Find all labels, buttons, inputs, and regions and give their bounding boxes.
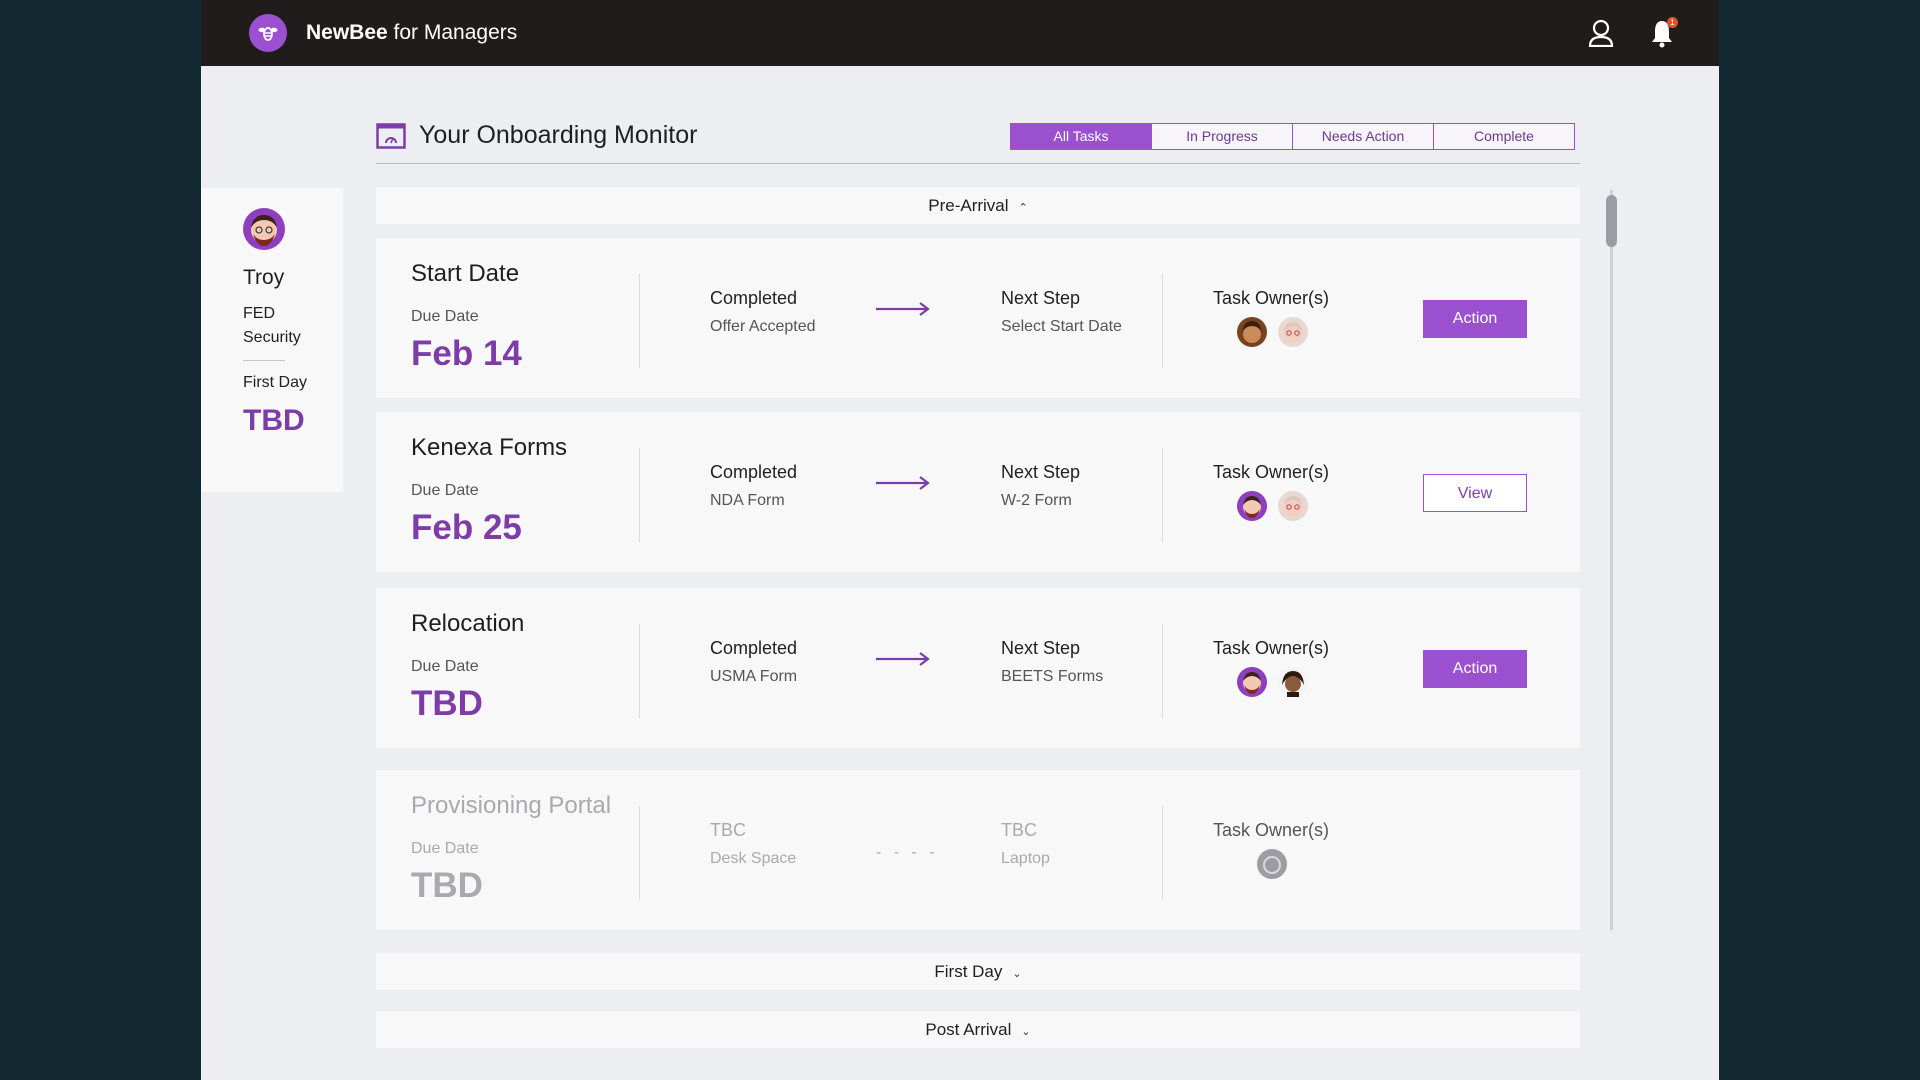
next-step-value: Select Start Date (1001, 318, 1122, 335)
avatar-placeholder-icon (1257, 849, 1287, 879)
divider (1162, 274, 1163, 368)
task-card-relocation: Relocation Due Date TBD Completed USMA F… (376, 588, 1580, 748)
completed-label: TBC (710, 820, 746, 840)
employee-name: Troy (243, 266, 285, 289)
next-step-value: Laptop (1001, 850, 1050, 867)
divider (1162, 806, 1163, 900)
bee-logo-icon[interactable] (249, 14, 287, 52)
view-button[interactable]: View (1423, 474, 1527, 512)
divider (1162, 624, 1163, 718)
task-title: Relocation (411, 610, 525, 637)
first-day-label: First Day (243, 374, 307, 391)
due-date-value: TBD (411, 866, 483, 905)
task-title: Start Date (411, 260, 520, 287)
employee-department: Security (243, 329, 301, 346)
completed-value: USMA Form (710, 668, 798, 685)
next-step-value: W-2 Form (1001, 492, 1072, 509)
page-title: Your Onboarding Monitor (419, 121, 698, 149)
monitor-icon (376, 123, 406, 149)
top-bar: NewBee for Managers 1 (201, 0, 1719, 66)
avatar[interactable] (1278, 491, 1308, 521)
next-step-label: TBC (1001, 820, 1037, 840)
task-card-start-date: Start Date Due Date Feb 14 Completed Off… (376, 238, 1580, 398)
dashed-connector: - - - - (876, 844, 939, 861)
section-post-arrival-label: Post Arrival (925, 1020, 1012, 1039)
task-card-kenexa-forms: Kenexa Forms Due Date Feb 25 Completed N… (376, 412, 1580, 572)
tab-needs-action[interactable]: Needs Action (1292, 123, 1434, 150)
avatar[interactable] (1278, 317, 1308, 347)
task-owners-label: Task Owner(s) (1213, 638, 1330, 658)
tab-all-tasks[interactable]: All Tasks (1010, 123, 1152, 150)
employee-role: FED Security (243, 302, 301, 350)
completed-value: NDA Form (710, 492, 785, 509)
brand-name: NewBee (306, 21, 388, 44)
due-date-value: Feb 14 (411, 334, 522, 373)
completed-value: Desk Space (710, 850, 797, 867)
divider (1162, 448, 1163, 542)
chevron-down-icon: ⌄ (1021, 1026, 1031, 1038)
divider (243, 360, 285, 361)
brand-suffix: for Managers (387, 21, 518, 44)
task-owners-label: Task Owner(s) (1213, 288, 1330, 308)
due-date-value: TBD (411, 684, 483, 723)
avatar[interactable] (1278, 667, 1308, 697)
employee-profile-card: Troy FED Security First Day TBD (201, 188, 343, 492)
next-step-label: Next Step (1001, 462, 1081, 482)
due-date-value: Feb 25 (411, 508, 522, 547)
notification-badge: 1 (1667, 17, 1678, 28)
section-pre-arrival[interactable]: Pre-Arrival ⌃ (376, 187, 1580, 224)
completed-label: Completed (710, 462, 798, 482)
chevron-up-icon: ⌃ (1018, 202, 1028, 214)
app-window: NewBee for Managers 1 Troy FED Security … (201, 0, 1719, 1080)
scrollbar-track[interactable] (1610, 190, 1613, 930)
task-title: Provisioning Portal (411, 792, 612, 819)
next-step-value: BEETS Forms (1001, 668, 1104, 685)
user-icon[interactable] (1588, 19, 1614, 47)
avatar[interactable] (1237, 491, 1267, 521)
divider (639, 448, 640, 542)
avatar[interactable] (243, 208, 285, 250)
action-button[interactable]: Action (1423, 650, 1527, 688)
section-first-day-label: First Day (934, 962, 1003, 981)
divider (639, 274, 640, 368)
tab-in-progress[interactable]: In Progress (1151, 123, 1293, 150)
scrollbar-thumb[interactable] (1606, 195, 1617, 247)
next-step-label: Next Step (1001, 638, 1081, 658)
divider (639, 624, 640, 718)
due-date-label: Due Date (411, 482, 479, 499)
arrow-right-icon (876, 476, 930, 490)
due-date-label: Due Date (411, 308, 479, 325)
completed-value: Offer Accepted (710, 318, 816, 335)
avatar[interactable] (1237, 667, 1267, 697)
chevron-down-icon: ⌄ (1012, 968, 1022, 980)
employee-team: FED (243, 305, 275, 322)
avatar[interactable] (1237, 317, 1267, 347)
completed-label: Completed (710, 288, 798, 308)
tab-complete[interactable]: Complete (1433, 123, 1575, 150)
action-button[interactable]: Action (1423, 300, 1527, 338)
due-date-label: Due Date (411, 658, 479, 675)
divider (639, 806, 640, 900)
section-pre-arrival-label: Pre-Arrival (928, 196, 1009, 215)
arrow-right-icon (876, 302, 930, 316)
task-owners-label: Task Owner(s) (1213, 820, 1330, 840)
first-day-value: TBD (243, 404, 305, 437)
arrow-right-icon (876, 652, 930, 666)
due-date-label: Due Date (411, 840, 479, 857)
task-owners-label: Task Owner(s) (1213, 462, 1330, 482)
completed-label: Completed (710, 638, 798, 658)
section-post-arrival[interactable]: Post Arrival ⌄ (376, 1011, 1580, 1048)
filter-tabs: All Tasks In Progress Needs Action Compl… (1010, 123, 1575, 150)
task-card-provisioning-portal: Provisioning Portal Due Date TBD TBC Des… (376, 770, 1580, 930)
task-title: Kenexa Forms (411, 434, 568, 461)
section-first-day[interactable]: First Day ⌄ (376, 953, 1580, 990)
header-divider (376, 163, 1580, 164)
next-step-label: Next Step (1001, 288, 1081, 308)
app-brand: NewBee for Managers (306, 21, 517, 45)
